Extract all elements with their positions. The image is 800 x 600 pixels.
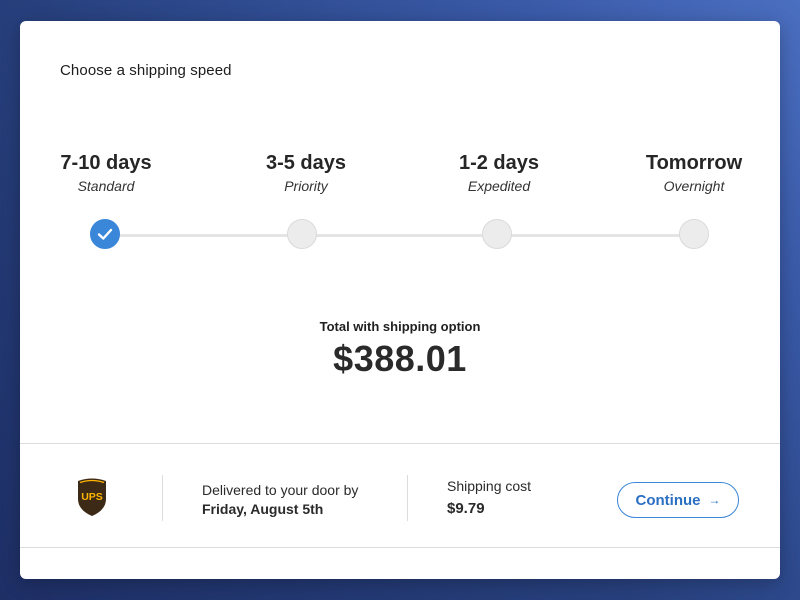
- speed-days-label: 1-2 days: [458, 152, 540, 174]
- shipping-cost-value: $9.79: [447, 500, 485, 517]
- speed-option-expedited[interactable]: 1-2 days Expedited: [399, 151, 599, 197]
- speed-days-label: 7-10 days: [60, 152, 152, 174]
- separator: [407, 475, 408, 521]
- speed-step-overnight[interactable]: [679, 219, 709, 249]
- arrow-right-icon: →: [708, 493, 721, 507]
- total-value: $388.01: [333, 338, 467, 379]
- divider: [20, 547, 780, 548]
- shipping-card: Choose a shipping speed 7-10 days Standa…: [20, 21, 780, 579]
- divider: [20, 443, 780, 444]
- shipping-cost-label: Shipping cost: [447, 478, 532, 494]
- delivery-date: Friday, August 5th: [202, 501, 324, 517]
- speed-option-priority[interactable]: 3-5 days Priority: [206, 151, 406, 197]
- speed-name-label: Expedited: [467, 178, 531, 194]
- continue-label: Continue: [635, 491, 701, 509]
- speed-days-label: 3-5 days: [265, 152, 347, 174]
- speed-name-label: Standard: [77, 178, 135, 194]
- speed-step-priority[interactable]: [287, 219, 317, 249]
- speed-name-label: Overnight: [663, 178, 725, 194]
- speed-step-expedited[interactable]: [482, 219, 512, 249]
- total-label: Total with shipping option: [319, 319, 481, 334]
- speed-step-standard[interactable]: [90, 219, 120, 249]
- ups-logo-icon: UPS: [78, 478, 106, 516]
- separator: [162, 475, 163, 521]
- speed-option-standard[interactable]: 7-10 days Standard: [20, 151, 206, 197]
- continue-button[interactable]: Continue →: [617, 482, 739, 518]
- checkmark-icon: [97, 228, 113, 240]
- page-title: Choose a shipping speed: [60, 62, 232, 79]
- speed-option-overnight[interactable]: Tomorrow Overnight: [594, 151, 780, 197]
- speed-days-label: Tomorrow: [645, 152, 743, 174]
- speed-name-label: Priority: [284, 178, 328, 194]
- svg-text:UPS: UPS: [81, 491, 103, 503]
- delivery-label: Delivered to your door by: [202, 482, 359, 498]
- speed-slider-track[interactable]: [106, 234, 696, 237]
